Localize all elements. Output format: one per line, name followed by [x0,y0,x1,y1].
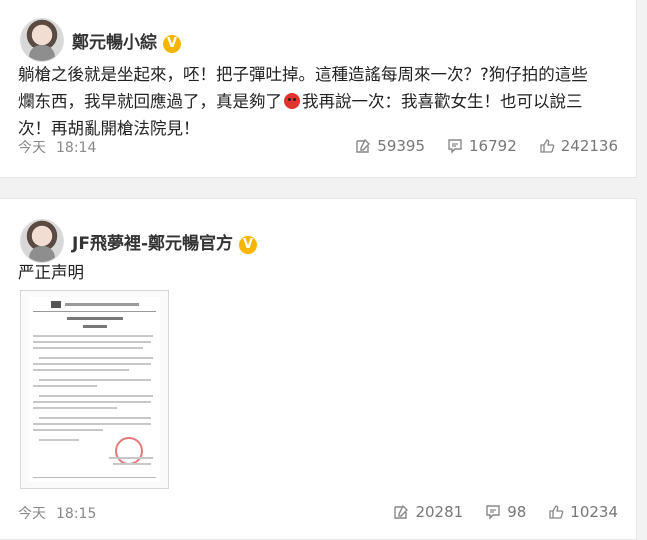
post-stats: 59395 16792 242136 [355,137,618,155]
text-line [33,429,103,431]
comment-button[interactable]: 98 [485,503,526,521]
like-icon [540,139,555,153]
post-text: 躺槍之後就是坐起來，呸！把子彈吐掉。這種造謠每周來一次？?狗仔拍的這些 爛东西，… [18,65,588,138]
company-seal [115,437,143,465]
document-page [29,297,160,482]
repost-icon [356,138,371,153]
author-avatar[interactable] [20,219,64,263]
comment-button[interactable]: 16792 [447,137,517,155]
text-line [33,401,151,403]
letterhead-logo [51,301,143,308]
post-stats: 20281 98 10234 [393,503,618,521]
text-line [39,357,153,359]
text-line [33,385,97,387]
text-line [39,379,151,381]
weibo-post-2: JF飛夢裡-鄭元暢官方 V 严正声明 今天 18:15 20281 98 102… [0,198,637,540]
text-line [33,347,143,349]
text-line [109,457,153,459]
repost-button[interactable]: 20281 [393,503,463,521]
angry-emoji-icon [284,93,300,109]
like-icon [549,505,564,519]
footer-rule [33,477,156,478]
text-line [113,463,151,465]
author-avatar[interactable] [20,18,64,62]
text-line [33,423,151,425]
statement-document-image[interactable] [20,290,169,489]
text-line [33,363,151,365]
post-timestamp[interactable]: 今天 18:15 [18,503,96,523]
text-line [33,341,151,343]
like-button[interactable]: 242136 [539,137,618,155]
divider [33,311,156,312]
repost-icon [394,504,409,519]
document-subtitle [83,325,107,328]
post-footer: 今天 18:14 59395 16792 242136 [18,137,618,159]
comment-icon [448,139,462,154]
verified-badge-icon: V [163,35,181,53]
post-text: 严正声明 [18,263,84,282]
post-footer: 今天 18:15 20281 98 10234 [18,503,618,525]
text-line [33,335,153,337]
text-line [33,369,129,371]
verified-badge-icon: V [239,236,257,254]
author-name[interactable]: JF飛夢裡-鄭元暢官方 V [72,229,257,254]
post-timestamp[interactable]: 今天 18:14 [18,137,96,157]
text-line [39,439,79,441]
text-line [39,417,151,419]
like-button[interactable]: 10234 [548,503,618,521]
text-line [33,407,117,409]
document-title [67,317,123,320]
comment-icon [486,505,500,520]
text-line [39,395,153,397]
author-name[interactable]: 鄭元暢小綜 V [72,28,181,53]
weibo-post-1: 鄭元暢小綜 V 躺槍之後就是坐起來，呸！把子彈吐掉。這種造謠每周來一次？?狗仔拍的… [0,0,637,178]
repost-button[interactable]: 59395 [355,137,425,155]
